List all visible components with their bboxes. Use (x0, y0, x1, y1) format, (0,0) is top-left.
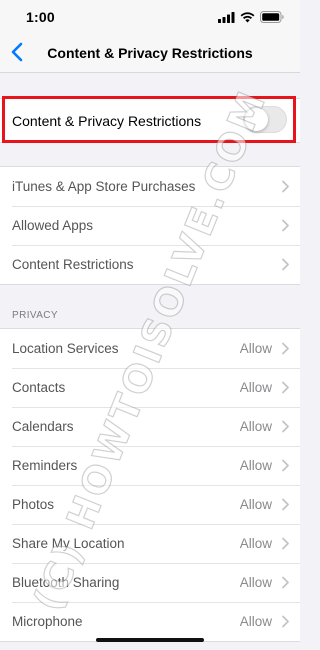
row-value: Allow (239, 341, 272, 356)
chevron-right-icon (282, 420, 289, 433)
row-label: Microphone (12, 614, 83, 629)
row-value: Allow (239, 536, 272, 551)
row-label: iTunes & App Store Purchases (12, 179, 196, 194)
row-value: Allow (239, 497, 272, 512)
row-label: Calendars (12, 419, 74, 434)
chevron-right-icon (282, 537, 289, 550)
navigation-bar: Content & Privacy Restrictions (0, 36, 300, 73)
list-item-content-restrictions[interactable]: Content Restrictions (0, 245, 300, 284)
row-label: Bluetooth Sharing (12, 575, 120, 590)
privacy-section-header: PRIVACY (12, 310, 58, 321)
row-label: Photos (12, 497, 55, 512)
list-item-reminders[interactable]: Reminders Allow (0, 446, 300, 485)
list-item-location-services[interactable]: Location Services Allow (0, 329, 300, 368)
status-bar: 1:00 (0, 0, 300, 36)
chevron-right-icon (282, 576, 289, 589)
chevron-right-icon (282, 342, 289, 355)
list-item-bluetooth-sharing[interactable]: Bluetooth Sharing Allow (0, 563, 300, 602)
home-indicator[interactable] (96, 638, 204, 642)
status-icons (218, 10, 284, 28)
list-item-contacts[interactable]: Contacts Allow (0, 368, 300, 407)
list-item-microphone[interactable]: Microphone Allow (0, 602, 300, 641)
row-label: Share My Location (12, 536, 125, 551)
chevron-right-icon (282, 219, 289, 232)
list-item-share-my-location[interactable]: Share My Location Allow (0, 524, 300, 563)
list-item-calendars[interactable]: Calendars Allow (0, 407, 300, 446)
row-label: Content Restrictions (12, 257, 134, 272)
store-settings-group: iTunes & App Store Purchases Allowed App… (0, 166, 300, 285)
cellular-signal-icon (218, 10, 235, 28)
row-label: Reminders (12, 458, 78, 473)
status-time: 1:00 (26, 9, 55, 25)
row-label: Contacts (12, 380, 66, 395)
chevron-right-icon (282, 258, 289, 271)
toggle-knob (245, 108, 268, 131)
content-privacy-toggle-row: Content & Privacy Restrictions (0, 99, 300, 142)
chevron-right-icon (282, 381, 289, 394)
page-title: Content & Privacy Restrictions (47, 45, 253, 61)
privacy-settings-group: Location Services Allow Contacts Allow C… (0, 328, 300, 642)
row-label: Location Services (12, 341, 119, 356)
toggle-group: Content & Privacy Restrictions (0, 98, 300, 143)
row-value: Allow (239, 575, 272, 590)
chevron-right-icon (282, 498, 289, 511)
row-label: Allowed Apps (12, 218, 94, 233)
battery-icon (260, 10, 284, 28)
chevron-right-icon (282, 615, 289, 628)
row-value: Allow (239, 419, 272, 434)
toggle-label: Content & Privacy Restrictions (12, 112, 202, 129)
row-value: Allow (239, 458, 272, 473)
row-value: Allow (239, 380, 272, 395)
chevron-right-icon (282, 459, 289, 472)
list-item-allowed-apps[interactable]: Allowed Apps (0, 206, 300, 245)
chevron-right-icon (282, 180, 289, 193)
list-item-itunes-app-store[interactable]: iTunes & App Store Purchases (0, 167, 300, 206)
content-privacy-toggle[interactable] (243, 106, 287, 133)
wifi-icon (240, 10, 255, 28)
list-item-photos[interactable]: Photos Allow (0, 485, 300, 524)
row-value: Allow (239, 614, 272, 629)
